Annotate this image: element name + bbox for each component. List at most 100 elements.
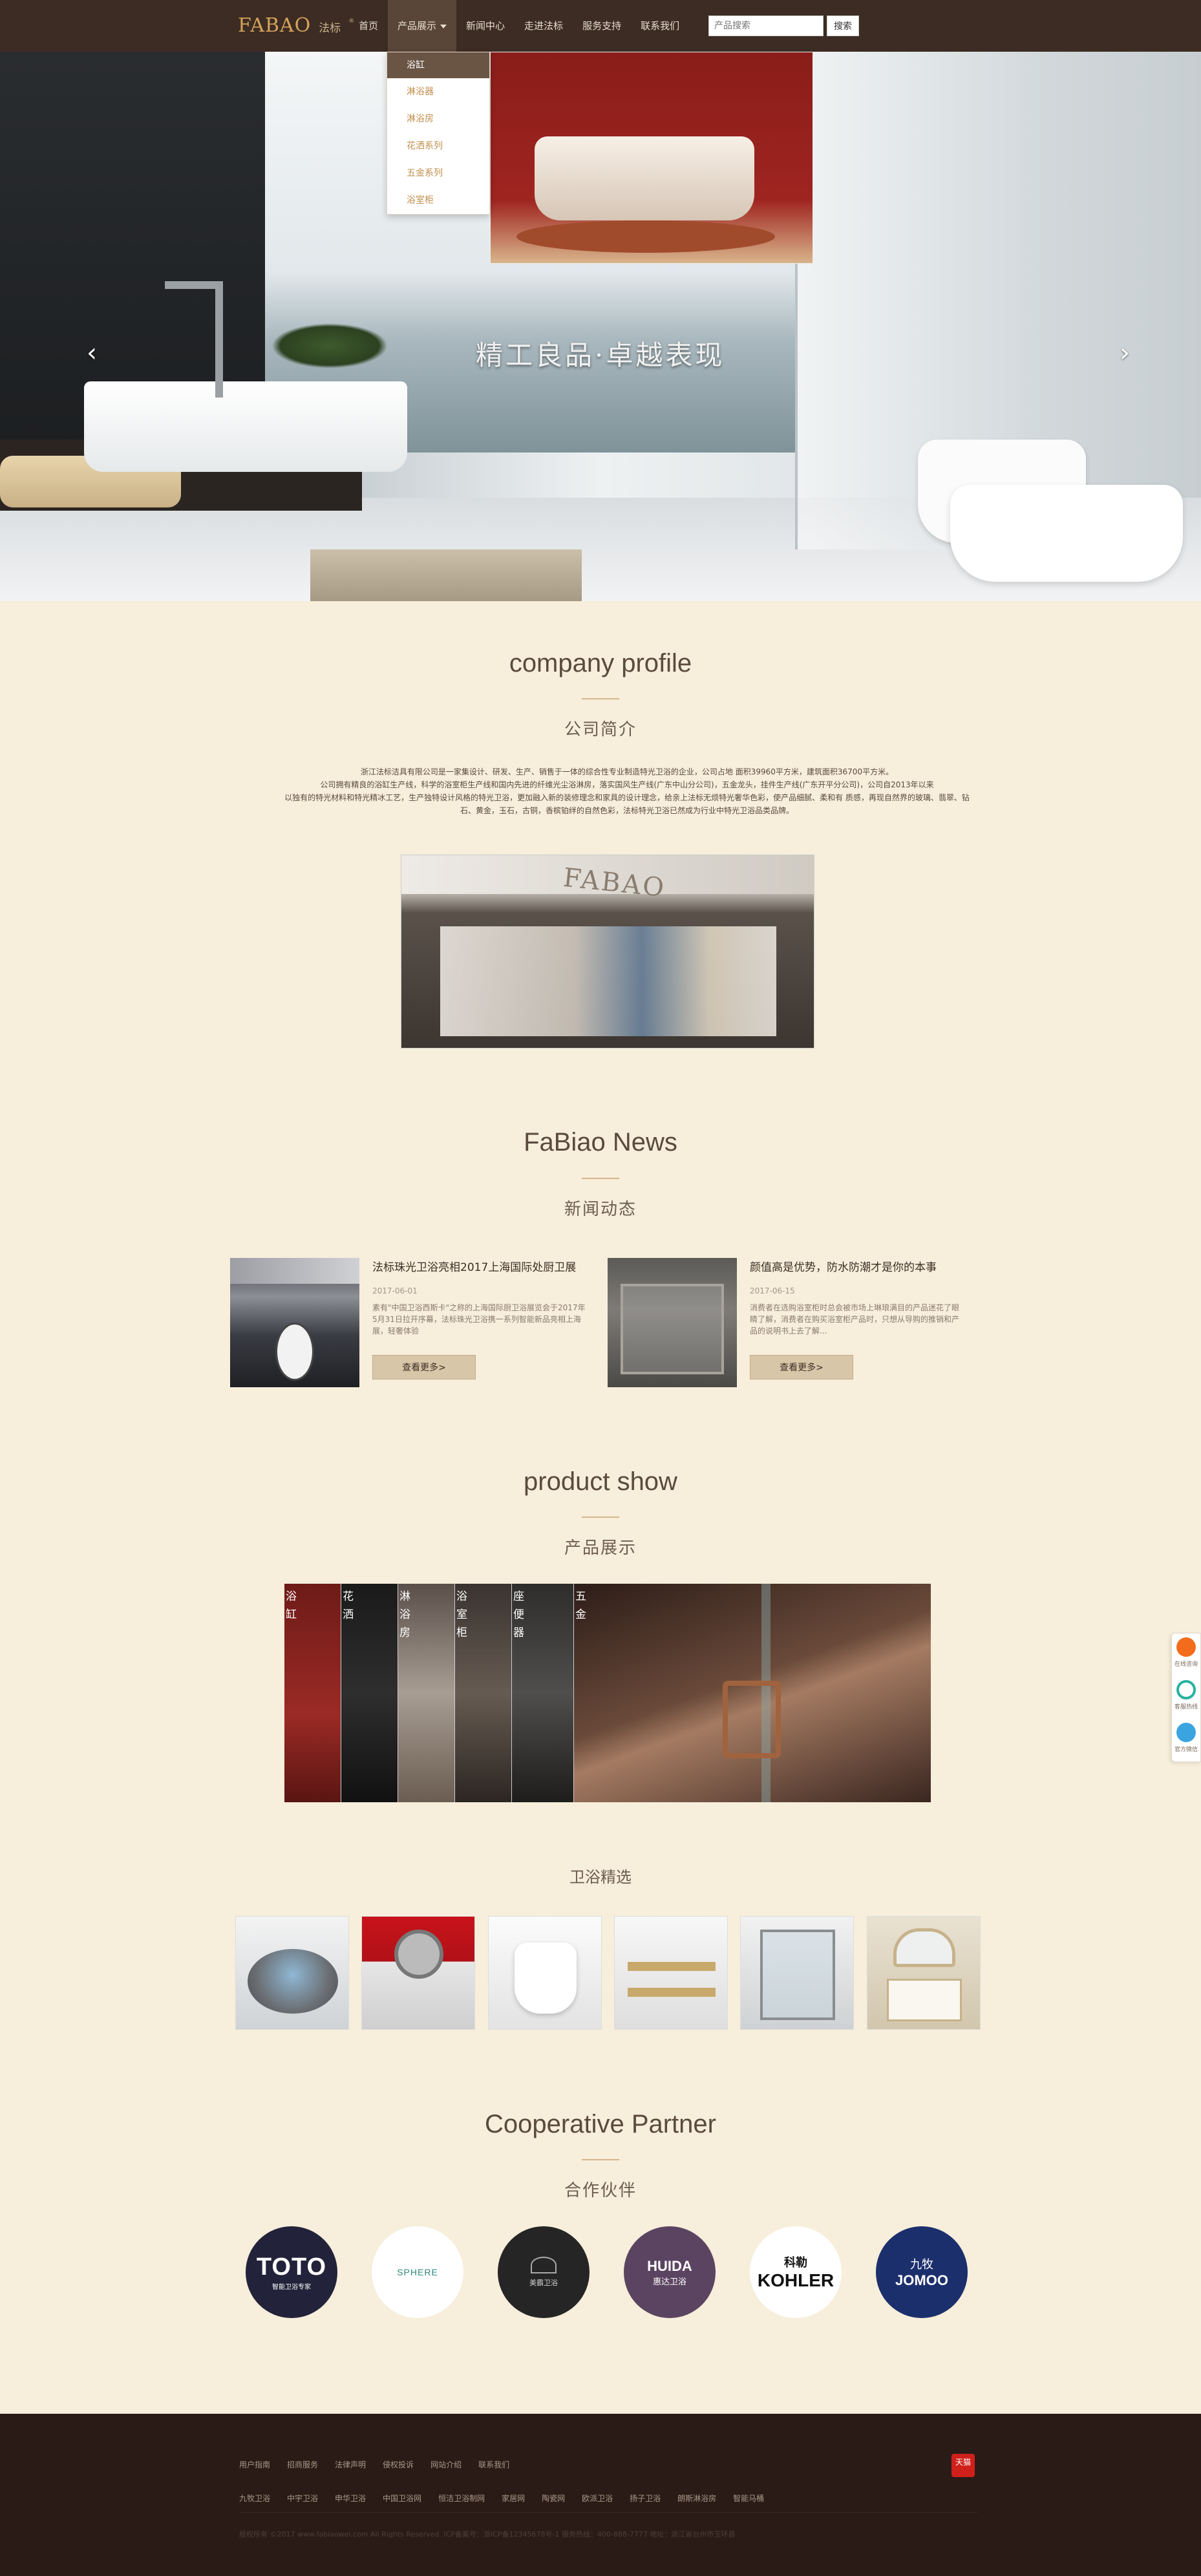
footer-link[interactable]: 申华卫浴 xyxy=(335,2493,366,2504)
news-title-en: FaBiao News xyxy=(524,1128,677,1156)
partner-logo-huida[interactable]: HUIDA 惠达卫浴 xyxy=(624,2226,716,2318)
news-desc: 消费者在选购浴室柜时总会被市场上琳琅满目的产品迷花了眼睛了解，消费者在购买浴室柜… xyxy=(750,1303,960,1336)
partner-sub: 九牧 xyxy=(910,2258,933,2272)
partner-logo-jomoo[interactable]: 九牧 JOMOO xyxy=(876,2226,968,2318)
news-title[interactable]: 颜值高是优势，防水防潮才是你的本事 xyxy=(750,1258,937,1274)
dropdown-item-shower-room[interactable]: 淋浴房 xyxy=(387,105,489,133)
product-col-hardware[interactable]: 五金 xyxy=(574,1584,931,1802)
footer-link[interactable]: 侵权投诉 xyxy=(383,2459,414,2470)
footer-link[interactable]: 网站介绍 xyxy=(430,2459,462,2470)
footer-link[interactable]: 扬子卫浴 xyxy=(630,2493,661,2504)
tmall-badge[interactable]: 天猫 xyxy=(951,2454,975,2477)
main-nav: 首页 产品展示 新闻中心 走进法标 服务支持 联系我们 xyxy=(349,0,689,52)
hero-slogan: 精工良品·卓越表现 xyxy=(476,339,725,371)
pick-massage-bathtub[interactable] xyxy=(235,1916,349,2030)
product-col-toilet[interactable]: 座便器 xyxy=(512,1584,574,1802)
partner-logo-sphere[interactable]: SPHERE xyxy=(372,2226,463,2318)
partner-sub: 智能卫浴专家 xyxy=(272,2284,311,2291)
side-online-chat[interactable]: 在线咨询 xyxy=(1172,1634,1200,1676)
side-label: 在线咨询 xyxy=(1174,1661,1198,1668)
footer-link[interactable]: 联系我们 xyxy=(478,2459,509,2470)
footer-link[interactable]: 朗斯淋浴房 xyxy=(677,2493,716,2504)
partner-sub: 惠达卫浴 xyxy=(652,2277,686,2287)
footer-link[interactable]: 法律声明 xyxy=(335,2459,366,2470)
news-thumb-cabinet[interactable] xyxy=(608,1258,737,1387)
footer-link[interactable]: 中国卫浴网 xyxy=(383,2493,421,2504)
nav-item-news[interactable]: 新闻中心 xyxy=(456,0,515,52)
footer-link[interactable]: 中宇卫浴 xyxy=(287,2493,318,2504)
product-title-cn: 产品展示 xyxy=(564,1538,637,1558)
read-more-button[interactable]: 查看更多> xyxy=(372,1355,476,1379)
side-wechat[interactable]: 官方微信 xyxy=(1172,1719,1200,1762)
products-dropdown: 浴缸 淋浴器 淋浴房 花洒系列 五金系列 浴室柜 xyxy=(387,52,490,215)
pick-showerhead[interactable] xyxy=(361,1916,475,2030)
carousel-next-arrow-icon[interactable]: › xyxy=(1112,340,1138,366)
news-title-cn: 新闻动态 xyxy=(564,1200,637,1219)
profile-title-en: company profile xyxy=(509,649,692,677)
hardware-hinge xyxy=(723,1681,781,1758)
wechat-icon xyxy=(1176,1723,1196,1742)
thumb-shower-frame xyxy=(621,1284,724,1374)
footer-link[interactable]: 智能马桶 xyxy=(733,2493,764,2504)
footer-link[interactable]: 陶瓷网 xyxy=(542,2493,565,2504)
profile-line: 浙江法标洁具有限公司是一家集设计、研发、生产、销售于一体的综合性专业制造特光卫浴… xyxy=(360,767,894,776)
showroom-photo: FABAO xyxy=(401,855,814,1048)
side-hotline[interactable]: 客服热线 xyxy=(1172,1676,1200,1719)
site-logo[interactable]: FABAO 法标 ® xyxy=(238,14,354,37)
pick-shelf[interactable] xyxy=(614,1916,728,2030)
thumb-logo-disc xyxy=(275,1323,314,1381)
footer-link[interactable]: 用户指南 xyxy=(239,2459,270,2470)
news-thumb-expo[interactable] xyxy=(230,1258,359,1387)
partner-logo-meiba[interactable]: 美霸卫浴 xyxy=(498,2226,590,2318)
product-col-label: 浴室柜 xyxy=(456,1590,467,1639)
showroom-booth xyxy=(440,926,776,1036)
dropdown-item-bathtub[interactable]: 浴缸 xyxy=(387,52,489,78)
hero-toilet xyxy=(950,485,1183,582)
product-col-cabinet[interactable]: 浴室柜 xyxy=(455,1584,512,1802)
nav-item-about[interactable]: 走进法标 xyxy=(515,0,573,52)
dropdown-item-hardware[interactable]: 五金系列 xyxy=(387,160,489,187)
picks-title: 卫浴精选 xyxy=(569,1868,632,1886)
headset-icon xyxy=(1176,1680,1196,1699)
nav-item-service[interactable]: 服务支持 xyxy=(573,0,631,52)
footer-links-primary: 用户指南 招商服务 法律声明 侵权投诉 网站介绍 联系我们 xyxy=(239,2459,526,2470)
footer-link[interactable]: 恒洁卫浴制网 xyxy=(438,2493,485,2504)
product-col-showerhead[interactable]: 花洒 xyxy=(341,1584,398,1802)
nav-item-home[interactable]: 首页 xyxy=(349,0,388,52)
profile-line: 石、黄金，玉石，古铜，香槟铂绊的自然色彩，法标特光卫浴已然成为行业中特光卫浴品类… xyxy=(460,806,794,815)
search-button[interactable]: 搜索 xyxy=(827,16,859,36)
product-col-bathtub[interactable]: 浴缸 xyxy=(284,1584,341,1802)
hero-sink xyxy=(84,381,407,472)
pick-shower-room[interactable] xyxy=(740,1916,854,2030)
profile-title-cn: 公司简介 xyxy=(564,720,637,740)
footer-link[interactable]: 九牧卫浴 xyxy=(239,2493,270,2504)
news-title[interactable]: 法标珠光卫浴亮相2017上海国际处厨卫展 xyxy=(372,1258,576,1274)
partner-logo-toto[interactable]: TOTO 智能卫浴专家 xyxy=(246,2226,337,2318)
nav-item-products[interactable]: 产品展示 xyxy=(388,0,457,52)
dropdown-item-cabinet[interactable]: 浴室柜 xyxy=(387,187,489,214)
footer-link[interactable]: 家居网 xyxy=(502,2493,525,2504)
caret-down-icon xyxy=(440,24,447,28)
side-label: 官方微信 xyxy=(1174,1747,1198,1753)
dropdown-item-shower[interactable]: 淋浴器 xyxy=(387,78,489,105)
dropdown-item-showerhead[interactable]: 花洒系列 xyxy=(387,133,489,160)
hero-rug xyxy=(310,549,582,601)
product-col-label: 五金 xyxy=(575,1590,586,1621)
hero-island xyxy=(271,323,388,368)
pick-smart-toilet[interactable] xyxy=(488,1916,602,2030)
news-item[interactable]: 法标珠光卫浴亮相2017上海国际处厨卫展 2017-06-01 素有"中国卫浴西… xyxy=(230,1258,592,1387)
logo-brand: FABAO xyxy=(238,14,312,37)
carousel-prev-arrow-icon[interactable]: ‹ xyxy=(79,340,105,366)
product-col-shower-room[interactable]: 淋浴房 xyxy=(398,1584,455,1802)
read-more-button[interactable]: 查看更多> xyxy=(750,1355,853,1379)
partner-name: KOHLER xyxy=(757,2270,834,2290)
footer-link[interactable]: 招商服务 xyxy=(287,2459,318,2470)
pick-shape xyxy=(628,1962,716,1971)
news-item[interactable]: 颜值高是优势，防水防潮才是你的本事 2017-06-15 消费者在选购浴室柜时总… xyxy=(608,1258,970,1387)
footer-link[interactable]: 欧派卫浴 xyxy=(582,2493,613,2504)
pick-shape xyxy=(760,1930,835,2020)
partner-logo-kohler[interactable]: 科勒 KOHLER xyxy=(750,2226,842,2318)
pick-cabinet[interactable] xyxy=(867,1916,981,2030)
nav-item-contact[interactable]: 联系我们 xyxy=(631,0,689,52)
search-input[interactable] xyxy=(708,16,824,36)
